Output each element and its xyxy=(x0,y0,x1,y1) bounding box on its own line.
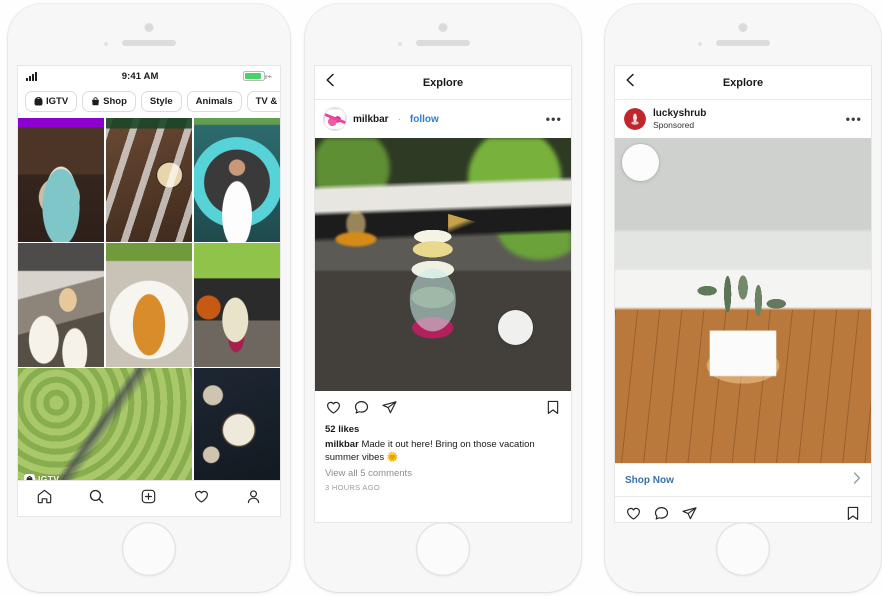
chevron-left-icon[interactable] xyxy=(325,73,339,92)
proximity-sensor-icon xyxy=(698,42,702,46)
explore-grid[interactable]: IGTV xyxy=(18,118,280,516)
post-username[interactable]: luckyshrub xyxy=(653,108,706,119)
chip-tv-movies[interactable]: TV & M xyxy=(246,91,280,112)
status-bar: 9:41 AM ⌁ xyxy=(18,66,280,86)
phone3-screen: Explore luckyshrub Sponsored ••• Shop No… xyxy=(615,66,871,522)
screenshot-stage: 9:41 AM ⌁ IGTV Shop Style Animals TV & I… xyxy=(0,0,882,596)
click-cursor-indicator xyxy=(498,310,533,345)
status-right: ⌁ xyxy=(243,71,272,81)
page-title: Explore xyxy=(722,76,764,89)
ellipsis-icon[interactable]: ••• xyxy=(546,113,562,125)
earpiece-speaker xyxy=(122,40,176,46)
earpiece-speaker xyxy=(716,40,770,46)
ellipsis-icon[interactable]: ••• xyxy=(846,113,862,125)
post-actions[interactable] xyxy=(615,497,871,522)
battery-icon xyxy=(243,71,268,81)
chip-animals[interactable]: Animals xyxy=(186,91,242,112)
heart-icon[interactable] xyxy=(325,399,342,421)
like-count: 52 likes xyxy=(325,424,360,435)
phone2-screen: Explore milkbar · follow ••• 52 likes mi… xyxy=(315,66,571,522)
front-camera-icon xyxy=(738,23,748,32)
chip-style[interactable]: Style xyxy=(140,91,182,112)
search-icon[interactable] xyxy=(88,488,105,510)
chip-label: Style xyxy=(149,96,173,107)
shop-now-label: Shop Now xyxy=(625,474,674,486)
chip-igtv[interactable]: IGTV xyxy=(25,91,78,112)
chevron-left-icon[interactable] xyxy=(625,73,639,92)
tile-dessert-glass[interactable] xyxy=(193,243,280,367)
post-header: milkbar · follow ••• xyxy=(315,100,571,138)
explore-navbar: Explore xyxy=(315,66,571,100)
proximity-sensor-icon xyxy=(104,42,108,46)
paper-plane-icon[interactable] xyxy=(381,399,398,421)
post-timestamp: 3 HOURS AGO xyxy=(325,483,380,492)
comment-icon[interactable] xyxy=(653,505,670,522)
cellular-bars-icon xyxy=(26,71,37,81)
bookmark-icon[interactable] xyxy=(845,505,861,522)
post-image-plant[interactable] xyxy=(615,138,871,463)
home-icon[interactable] xyxy=(36,488,53,510)
explore-navbar: Explore xyxy=(615,66,871,100)
milkbar-avatar[interactable] xyxy=(324,108,346,130)
post-image-dessert[interactable] xyxy=(315,138,571,391)
front-camera-icon xyxy=(144,23,154,32)
home-button[interactable] xyxy=(416,522,470,576)
page-title: Explore xyxy=(422,76,464,89)
tile-person-mural[interactable] xyxy=(193,118,280,242)
earpiece-speaker xyxy=(416,40,470,46)
heart-icon[interactable] xyxy=(625,505,642,522)
front-camera-icon xyxy=(438,23,448,32)
proximity-sensor-icon xyxy=(398,42,402,46)
click-cursor-indicator xyxy=(622,144,659,181)
status-time: 9:41 AM xyxy=(121,70,159,82)
post-caption: milkbar Made it out here! Bring on those… xyxy=(315,435,571,464)
chip-label: TV & M xyxy=(255,96,280,107)
shopping-bag-icon xyxy=(91,97,100,106)
tile-dark-table-food[interactable] xyxy=(193,368,280,492)
chip-shop[interactable]: Shop xyxy=(82,91,136,112)
sponsored-account-block[interactable]: luckyshrub Sponsored xyxy=(653,108,706,130)
view-comments-link[interactable]: View all 5 comments xyxy=(315,464,571,479)
category-chip-row[interactable]: IGTV Shop Style Animals TV & M xyxy=(18,86,280,118)
tile-pasta-plate[interactable] xyxy=(105,243,193,367)
comment-icon[interactable] xyxy=(353,399,370,421)
chip-label: Shop xyxy=(103,96,127,107)
explore-grid-phone: 9:41 AM ⌁ IGTV Shop Style Animals TV & I… xyxy=(8,4,290,592)
chip-label: Animals xyxy=(195,96,233,107)
tile-hands-toast[interactable] xyxy=(18,243,105,367)
home-button[interactable] xyxy=(716,522,770,576)
plug-icon: ⌁ xyxy=(267,71,272,81)
person-icon[interactable] xyxy=(245,488,262,510)
heart-icon[interactable] xyxy=(193,488,210,510)
paper-plane-icon[interactable] xyxy=(681,505,698,522)
home-button[interactable] xyxy=(122,522,176,576)
sponsored-post-phone: Explore luckyshrub Sponsored ••• Shop No… xyxy=(605,4,881,592)
chip-label: IGTV xyxy=(46,96,69,107)
add-square-icon[interactable] xyxy=(140,488,157,510)
username-separator: · xyxy=(397,113,401,125)
post-username[interactable]: milkbar xyxy=(353,114,389,125)
explore-post-phone: Explore milkbar · follow ••• 52 likes mi… xyxy=(305,4,581,592)
tile-polaroids-coffee[interactable] xyxy=(105,118,193,242)
sponsored-post-header: luckyshrub Sponsored ••• xyxy=(615,100,871,138)
igtv-icon xyxy=(34,97,43,106)
caption-username[interactable]: milkbar xyxy=(325,439,359,450)
sponsored-label: Sponsored xyxy=(653,120,695,130)
phone1-screen: 9:41 AM ⌁ IGTV Shop Style Animals TV & I… xyxy=(18,66,280,516)
tile-forest-aerial-igtv[interactable]: IGTV xyxy=(18,368,193,492)
tile-latte-art[interactable] xyxy=(18,118,105,242)
luckyshrub-avatar[interactable] xyxy=(624,108,646,130)
chevron-right-icon xyxy=(853,471,861,489)
bookmark-icon[interactable] xyxy=(545,399,561,421)
follow-button[interactable]: follow xyxy=(410,114,439,125)
bottom-tab-bar[interactable] xyxy=(18,480,280,516)
post-actions[interactable] xyxy=(315,391,571,424)
shop-now-cta[interactable]: Shop Now xyxy=(615,463,871,497)
